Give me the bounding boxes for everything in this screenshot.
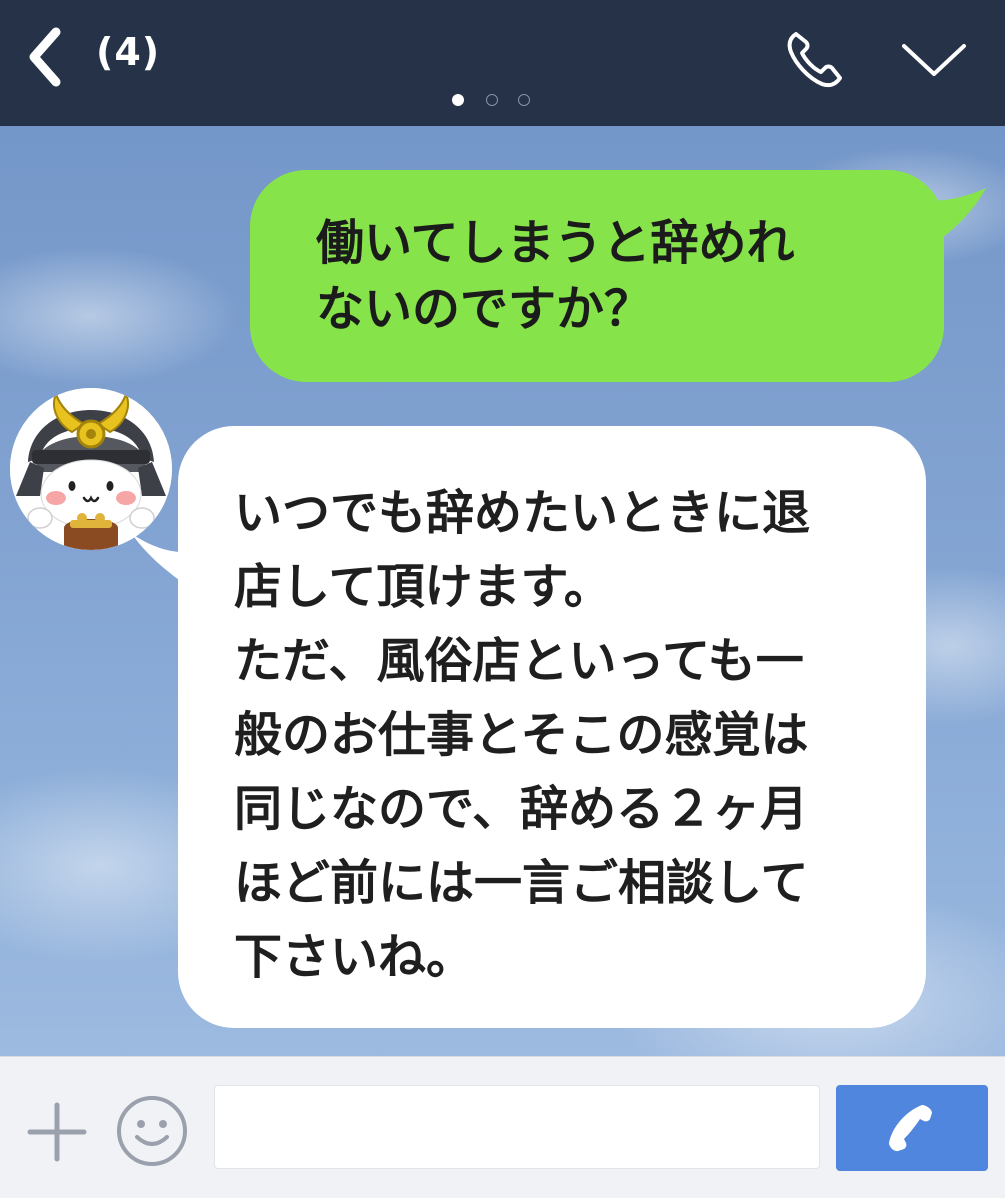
incoming-message-text: いつでも辞めたいときに退 店して頂けます。 ただ、風俗店といっても一 般のお仕事…	[234, 485, 811, 985]
page-dot	[518, 94, 530, 106]
back-button[interactable]	[20, 22, 80, 92]
emoji-button[interactable]	[114, 1093, 190, 1169]
phone-icon	[889, 1105, 932, 1152]
phone-icon	[787, 32, 842, 88]
unread-count: (4)	[96, 30, 161, 74]
chat-header: (4)	[0, 0, 1005, 126]
message-input[interactable]	[214, 1085, 820, 1169]
chevron-down-icon	[902, 44, 966, 76]
background-cloud	[0, 246, 240, 386]
outgoing-message-text: 働いてしまうと辞めれ ないのですか？	[316, 215, 795, 337]
page-dot	[486, 94, 498, 106]
chat-area[interactable]: 働いてしまうと辞めれ ないのですか？ いつでも辞めたいときに退 店して頂けます。…	[0, 126, 1005, 1056]
call-button[interactable]	[782, 26, 848, 92]
menu-toggle-button[interactable]	[898, 34, 970, 84]
chevron-left-icon	[29, 27, 61, 87]
voice-call-send-button[interactable]	[836, 1085, 988, 1171]
plus-icon	[27, 1102, 87, 1162]
attach-button[interactable]	[26, 1101, 88, 1163]
page-indicator	[452, 94, 532, 108]
page-dot-active	[452, 94, 464, 106]
smiley-icon	[117, 1096, 187, 1166]
message-input-bar	[0, 1056, 1005, 1198]
